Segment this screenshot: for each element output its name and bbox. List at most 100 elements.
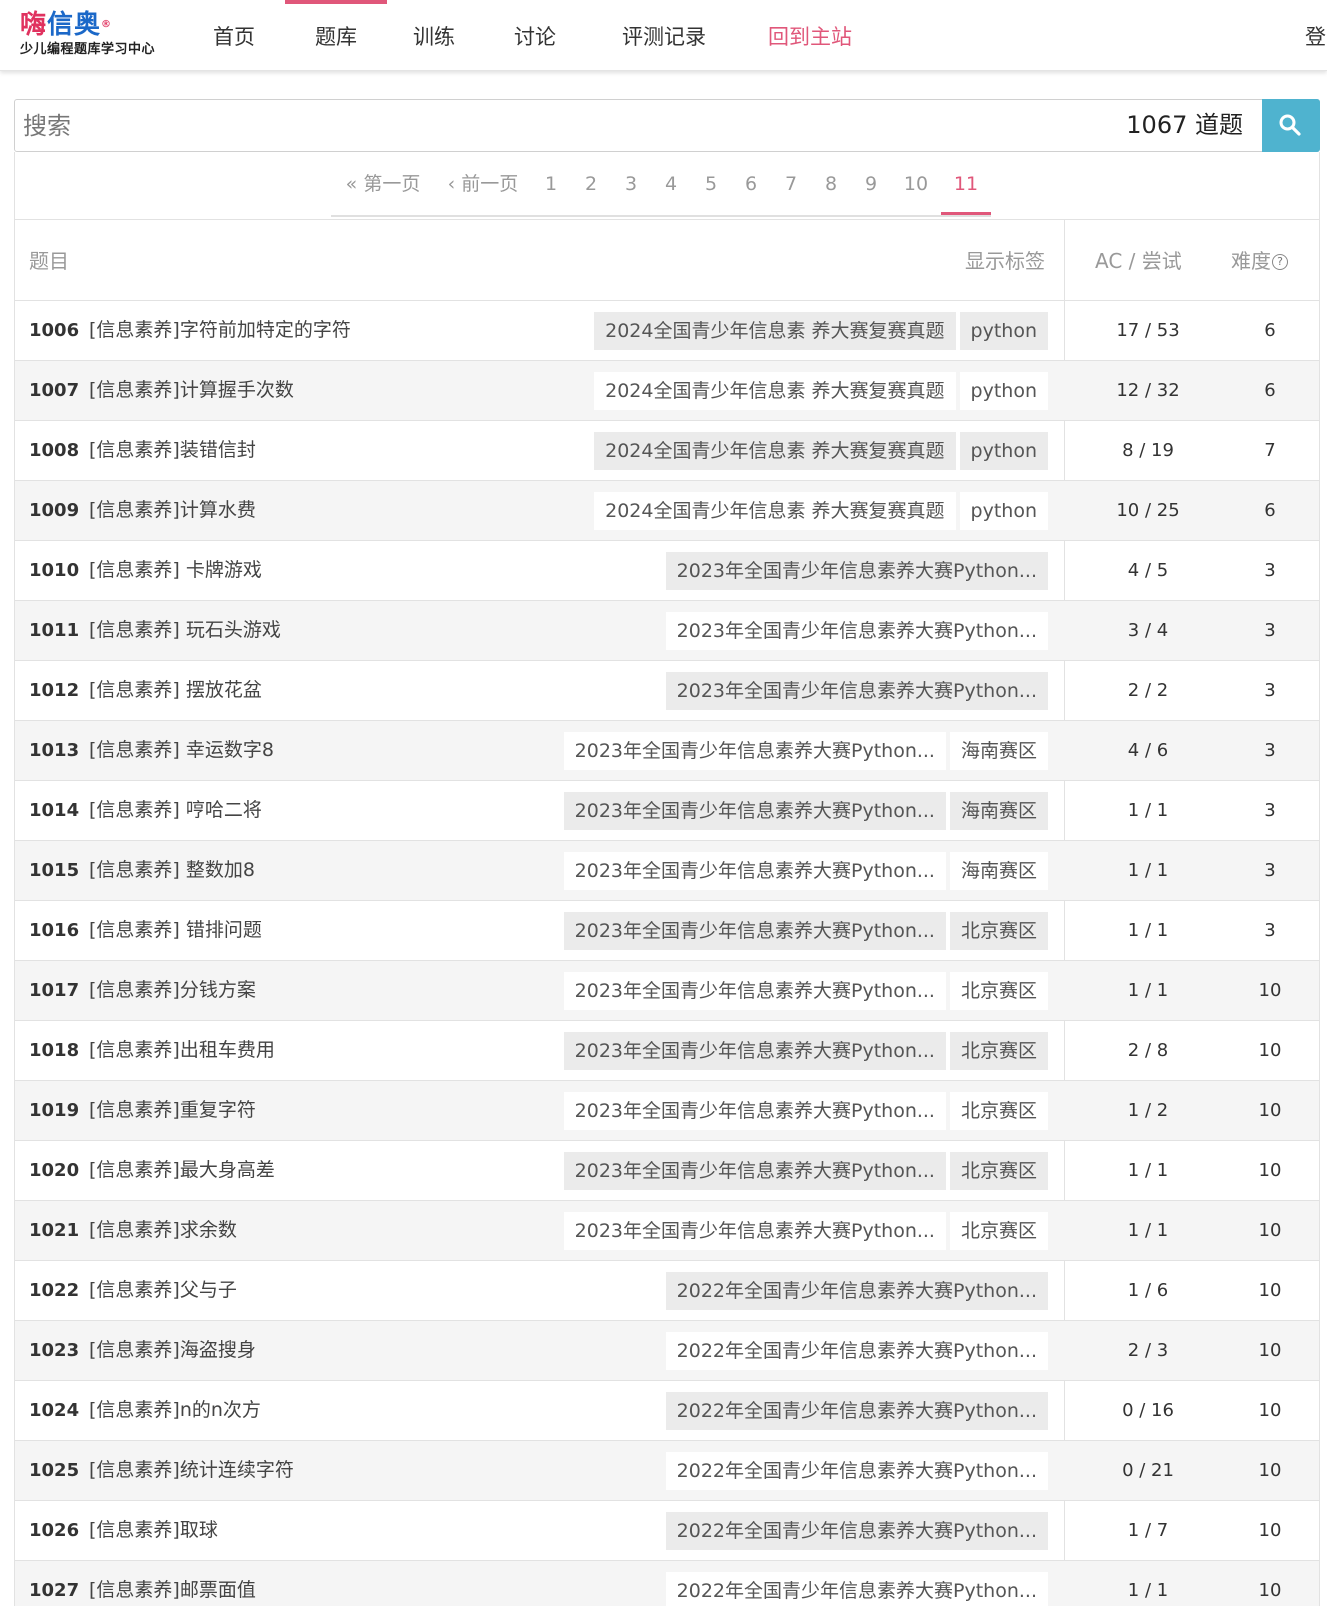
table-row[interactable]: 1008 [信息素养]装错信封 2024全国青少年信息素 养大赛复赛真题 python… bbox=[15, 421, 1319, 481]
nav-problems[interactable]: 题库 bbox=[285, 0, 387, 71]
pagination-page-6[interactable]: 6 bbox=[731, 152, 771, 215]
pagination-page-9[interactable]: 9 bbox=[851, 152, 891, 215]
problem-tag[interactable]: 2023年全国青少年信息素养大赛Python... bbox=[665, 612, 1048, 650]
problem-title-link[interactable]: [信息素养] 整数加8 bbox=[89, 841, 255, 900]
problem-tag[interactable]: 2022年全国青少年信息素养大赛Python... bbox=[665, 1392, 1048, 1430]
problem-tag[interactable]: 2023年全国青少年信息素养大赛Python... bbox=[563, 1152, 946, 1190]
pagination-page-1[interactable]: 1 bbox=[531, 152, 571, 215]
nav-training[interactable]: 训练 bbox=[404, 0, 464, 71]
problem-tag[interactable]: 北京赛区 bbox=[949, 1032, 1048, 1070]
problem-tag[interactable]: python bbox=[959, 492, 1048, 530]
problem-tag[interactable]: 2022年全国青少年信息素养大赛Python... bbox=[665, 1272, 1048, 1310]
table-row[interactable]: 1015 [信息素养] 整数加8 2023年全国青少年信息素养大赛Python..… bbox=[15, 841, 1319, 901]
problem-tag[interactable]: 2023年全国青少年信息素养大赛Python... bbox=[563, 792, 946, 830]
problem-tag[interactable]: 北京赛区 bbox=[949, 912, 1048, 950]
problem-title-link[interactable]: [信息素养] 错排问题 bbox=[89, 901, 262, 960]
table-row[interactable]: 1022 [信息素养]父与子 2022年全国青少年信息素养大赛Python... 1 … bbox=[15, 1261, 1319, 1321]
problem-tag[interactable]: 2022年全国青少年信息素养大赛Python... bbox=[665, 1452, 1048, 1490]
problem-tag[interactable]: 2023年全国青少年信息素养大赛Python... bbox=[563, 912, 946, 950]
problem-title-link[interactable]: [信息素养]求余数 bbox=[89, 1201, 237, 1260]
table-row[interactable]: 1012 [信息素养] 摆放花盆 2023年全国青少年信息素养大赛Python..… bbox=[15, 661, 1319, 721]
table-row[interactable]: 1024 [信息素养]n的n次方 2022年全国青少年信息素养大赛Python...… bbox=[15, 1381, 1319, 1441]
problem-tag[interactable]: 北京赛区 bbox=[949, 1212, 1048, 1250]
search-button[interactable] bbox=[1262, 99, 1320, 152]
problem-title-link[interactable]: [信息素养]装错信封 bbox=[89, 421, 256, 480]
problem-title-link[interactable]: [信息素养]重复字符 bbox=[89, 1081, 256, 1140]
pagination-page-11[interactable]: 11 bbox=[941, 152, 991, 215]
table-row[interactable]: 1006 [信息素养]字符前加特定的字符 2024全国青少年信息素 养大赛复赛真题 p… bbox=[15, 301, 1319, 361]
table-row[interactable]: 1021 [信息素养]求余数 2023年全国青少年信息素养大赛Python... 北京… bbox=[15, 1201, 1319, 1261]
help-icon[interactable]: ? bbox=[1272, 254, 1288, 270]
table-row[interactable]: 1009 [信息素养]计算水费 2024全国青少年信息素 养大赛复赛真题 python… bbox=[15, 481, 1319, 541]
login-link[interactable]: 登 bbox=[1305, 0, 1326, 71]
pagination-page-3[interactable]: 3 bbox=[611, 152, 651, 215]
show-tags-toggle[interactable]: 显示标签 bbox=[965, 220, 1045, 300]
problem-tag[interactable]: 2024全国青少年信息素 养大赛复赛真题 bbox=[594, 372, 956, 410]
problem-tag[interactable]: python bbox=[959, 432, 1048, 470]
pagination-prev[interactable]: ‹ 前一页 bbox=[435, 152, 531, 215]
problem-title-link[interactable]: [信息素养] 摆放花盆 bbox=[89, 661, 262, 720]
problem-tag[interactable]: 2023年全国青少年信息素养大赛Python... bbox=[563, 732, 946, 770]
problem-title-link[interactable]: [信息素养]n的n次方 bbox=[89, 1381, 261, 1440]
problem-tag[interactable]: 2023年全国青少年信息素养大赛Python... bbox=[563, 1092, 946, 1130]
table-row[interactable]: 1025 [信息素养]统计连续字符 2022年全国青少年信息素养大赛Python..… bbox=[15, 1441, 1319, 1501]
table-row[interactable]: 1011 [信息素养] 玩石头游戏 2023年全国青少年信息素养大赛Python.… bbox=[15, 601, 1319, 661]
table-row[interactable]: 1014 [信息素养] 哼哈二将 2023年全国青少年信息素养大赛Python..… bbox=[15, 781, 1319, 841]
problem-tag[interactable]: 北京赛区 bbox=[949, 972, 1048, 1010]
problem-title-link[interactable]: [信息素养] 哼哈二将 bbox=[89, 781, 262, 840]
nav-home[interactable]: 首页 bbox=[204, 0, 264, 71]
problem-tag[interactable]: 北京赛区 bbox=[949, 1152, 1048, 1190]
pagination-page-5[interactable]: 5 bbox=[691, 152, 731, 215]
pagination-page-10[interactable]: 10 bbox=[891, 152, 941, 215]
table-row[interactable]: 1013 [信息素养] 幸运数字8 2023年全国青少年信息素养大赛Python.… bbox=[15, 721, 1319, 781]
problem-title-link[interactable]: [信息素养]分钱方案 bbox=[89, 961, 256, 1020]
table-row[interactable]: 1026 [信息素养]取球 2022年全国青少年信息素养大赛Python... 1 /… bbox=[15, 1501, 1319, 1561]
problem-tag[interactable]: 海南赛区 bbox=[949, 732, 1048, 770]
problem-title-link[interactable]: [信息素养] 幸运数字8 bbox=[89, 721, 274, 780]
problem-title-link[interactable]: [信息素养]取球 bbox=[89, 1501, 218, 1560]
nav-records[interactable]: 评测记录 bbox=[614, 0, 714, 71]
problem-tag[interactable]: python bbox=[959, 372, 1048, 410]
pagination-page-2[interactable]: 2 bbox=[571, 152, 611, 215]
search-input[interactable] bbox=[15, 100, 1095, 151]
problem-tag[interactable]: 2023年全国青少年信息素养大赛Python... bbox=[563, 972, 946, 1010]
problem-tag[interactable]: python bbox=[959, 312, 1048, 350]
problem-title-link[interactable]: [信息素养]出租车费用 bbox=[89, 1021, 275, 1080]
pagination-page-8[interactable]: 8 bbox=[811, 152, 851, 215]
site-logo[interactable]: 嗨信奥® 少儿编程题库学习中心 bbox=[20, 10, 180, 62]
nav-discussion[interactable]: 讨论 bbox=[505, 0, 565, 71]
problem-title-link[interactable]: [信息素养]海盗搜身 bbox=[89, 1321, 256, 1380]
problem-title-link[interactable]: [信息素养] 卡牌游戏 bbox=[89, 541, 262, 600]
pagination-first[interactable]: « 第一页 bbox=[331, 152, 435, 215]
problem-tag[interactable]: 2022年全国青少年信息素养大赛Python... bbox=[665, 1512, 1048, 1550]
problem-title-link[interactable]: [信息素养]最大身高差 bbox=[89, 1141, 275, 1200]
table-row[interactable]: 1018 [信息素养]出租车费用 2023年全国青少年信息素养大赛Python...… bbox=[15, 1021, 1319, 1081]
problem-tag[interactable]: 2022年全国青少年信息素养大赛Python... bbox=[665, 1572, 1048, 1606]
problem-title-link[interactable]: [信息素养]邮票面值 bbox=[89, 1561, 256, 1606]
problem-tag[interactable]: 2023年全国青少年信息素养大赛Python... bbox=[563, 1212, 946, 1250]
nav-back-to-main[interactable]: 回到主站 bbox=[760, 0, 860, 71]
table-row[interactable]: 1020 [信息素养]最大身高差 2023年全国青少年信息素养大赛Python...… bbox=[15, 1141, 1319, 1201]
problem-title-link[interactable]: [信息素养]字符前加特定的字符 bbox=[89, 301, 351, 360]
problem-tag[interactable]: 2023年全国青少年信息素养大赛Python... bbox=[563, 852, 946, 890]
problem-title-link[interactable]: [信息素养]父与子 bbox=[89, 1261, 237, 1320]
pagination-page-7[interactable]: 7 bbox=[771, 152, 811, 215]
table-row[interactable]: 1027 [信息素养]邮票面值 2022年全国青少年信息素养大赛Python... 1… bbox=[15, 1561, 1319, 1606]
problem-tag[interactable]: 海南赛区 bbox=[949, 792, 1048, 830]
problem-tag[interactable]: 北京赛区 bbox=[949, 1092, 1048, 1130]
problem-title-link[interactable]: [信息素养] 玩石头游戏 bbox=[89, 601, 281, 660]
table-row[interactable]: 1017 [信息素养]分钱方案 2023年全国青少年信息素养大赛Python... 北… bbox=[15, 961, 1319, 1021]
problem-tag[interactable]: 海南赛区 bbox=[949, 852, 1048, 890]
problem-tag[interactable]: 2023年全国青少年信息素养大赛Python... bbox=[665, 552, 1048, 590]
problem-tag[interactable]: 2022年全国青少年信息素养大赛Python... bbox=[665, 1332, 1048, 1370]
table-row[interactable]: 1007 [信息素养]计算握手次数 2024全国青少年信息素 养大赛复赛真题 pyth… bbox=[15, 361, 1319, 421]
table-row[interactable]: 1010 [信息素养] 卡牌游戏 2023年全国青少年信息素养大赛Python..… bbox=[15, 541, 1319, 601]
table-row[interactable]: 1016 [信息素养] 错排问题 2023年全国青少年信息素养大赛Python..… bbox=[15, 901, 1319, 961]
table-row[interactable]: 1023 [信息素养]海盗搜身 2022年全国青少年信息素养大赛Python... 2… bbox=[15, 1321, 1319, 1381]
problem-tag[interactable]: 2024全国青少年信息素 养大赛复赛真题 bbox=[594, 492, 956, 530]
table-row[interactable]: 1019 [信息素养]重复字符 2023年全国青少年信息素养大赛Python... 北… bbox=[15, 1081, 1319, 1141]
pagination-page-4[interactable]: 4 bbox=[651, 152, 691, 215]
problem-title-link[interactable]: [信息素养]统计连续字符 bbox=[89, 1441, 294, 1500]
problem-tag[interactable]: 2024全国青少年信息素 养大赛复赛真题 bbox=[594, 432, 956, 470]
problem-tag[interactable]: 2023年全国青少年信息素养大赛Python... bbox=[665, 672, 1048, 710]
